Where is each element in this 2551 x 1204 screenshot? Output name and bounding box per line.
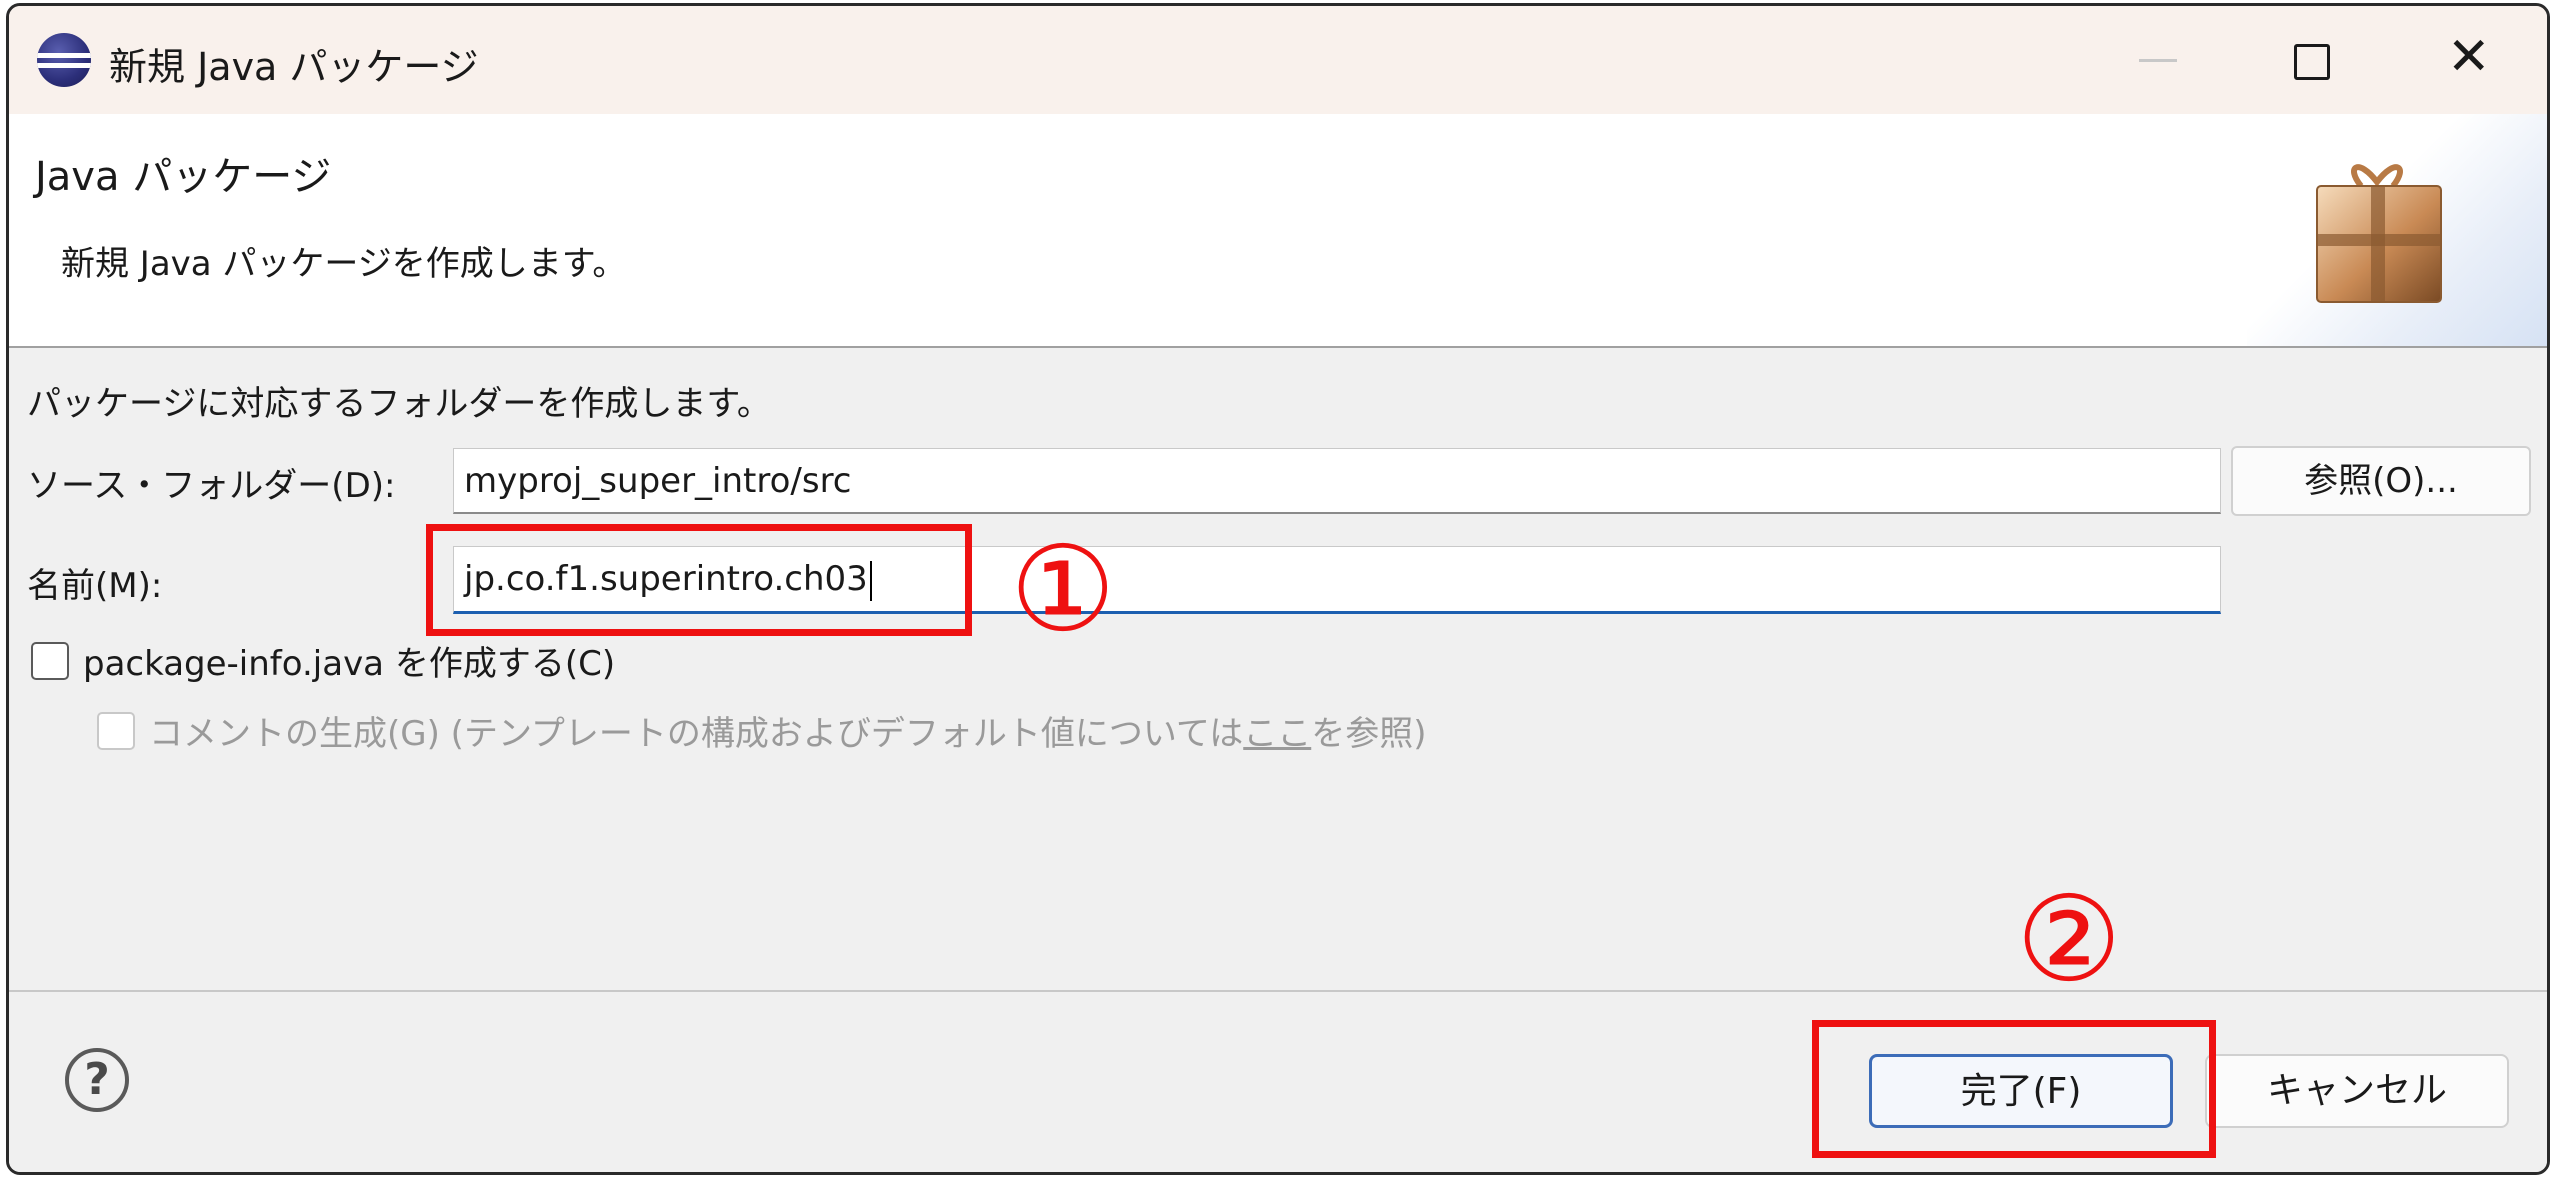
wizard-description: 新規 Java パッケージを作成します。 [61,244,627,284]
generate-comments-label-suffix: を参照) [1311,714,1427,754]
window-title: 新規 Java パッケージ [109,45,479,89]
new-java-package-dialog: 新規 Java パッケージ ✕ Java パッケージ 新規 Java パッケージ… [6,3,2550,1175]
annotation-highlight-finish-button [1812,1020,2216,1158]
generate-comments-option: コメントの生成(G) (テンプレートの構成およびデフォルト値については ここ を参照… [97,706,1427,755]
eclipse-app-icon [37,33,91,87]
templates-link[interactable]: ここ [1243,706,1311,755]
create-package-info-option[interactable]: package-info.java を作成する(C) [31,636,615,685]
create-package-info-checkbox[interactable] [31,641,69,680]
close-icon: ✕ [2447,27,2491,87]
help-icon[interactable]: ? [65,1048,129,1112]
annotation-step-2: ② [2016,870,2122,1008]
intro-text: パッケージに対応するフォルダーを作成します。 [27,384,771,424]
annotation-highlight-name-field [426,524,972,636]
source-folder-value: myproj_super_intro/src [464,461,852,501]
generate-comments-label: コメントの生成(G) (テンプレートの構成およびデフォルト値については [149,714,1244,754]
browse-button[interactable]: 参照(O)... [2231,446,2531,516]
source-folder-label: ソース・フォルダー(D): [27,466,396,506]
source-folder-field[interactable]: myproj_super_intro/src [453,448,2221,514]
package-gift-icon [2316,164,2442,303]
close-button[interactable]: ✕ [2399,6,2547,114]
wizard-title: Java パッケージ [35,154,332,200]
minimize-button[interactable] [2089,6,2239,114]
title-bar: 新規 Java パッケージ ✕ [9,6,2547,114]
generate-comments-checkbox [97,711,135,750]
maximize-button[interactable] [2239,6,2389,114]
name-label: 名前(M): [27,566,163,606]
create-package-info-label: package-info.java を作成する(C) [83,644,616,684]
cancel-button[interactable]: キャンセル [2205,1054,2509,1128]
wizard-header: Java パッケージ 新規 Java パッケージを作成します。 [9,114,2547,348]
minimize-icon [2139,59,2177,62]
wizard-body: パッケージに対応するフォルダーを作成します。 ソース・フォルダー(D): myp… [9,348,2547,988]
maximize-icon [2294,44,2330,80]
annotation-step-1: ① [1010,520,1116,658]
